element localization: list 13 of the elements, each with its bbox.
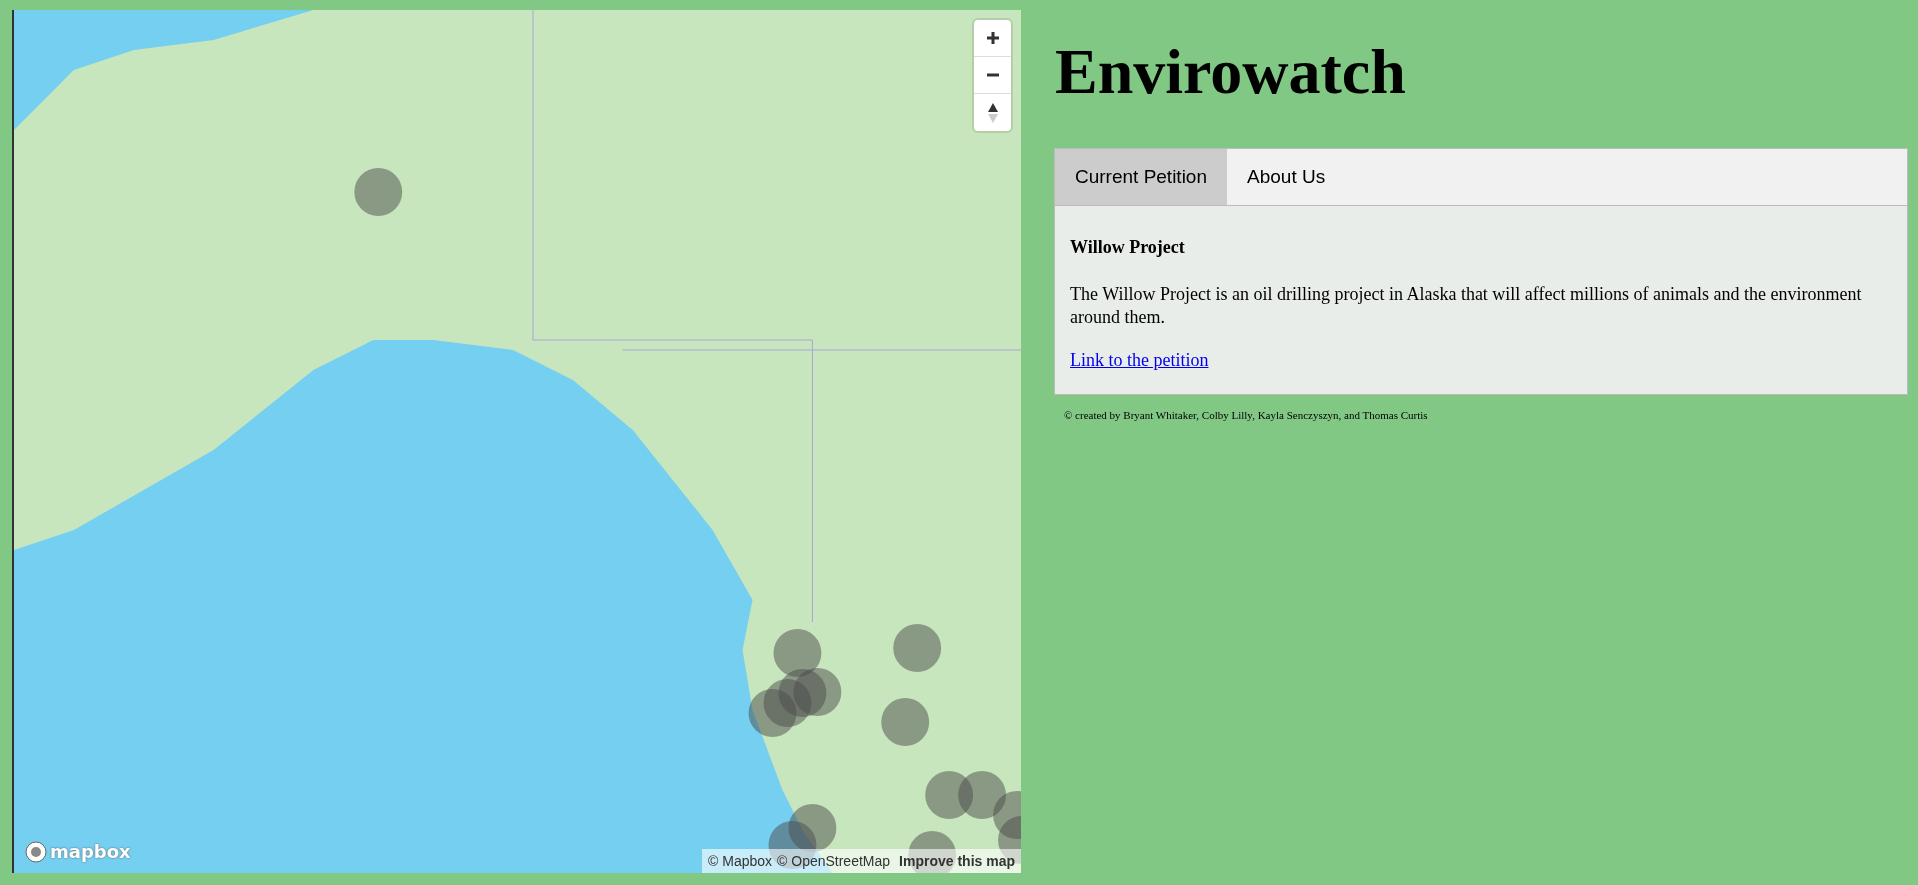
tab[interactable]: Current Petition	[1055, 149, 1227, 205]
petition-description: The Willow Project is an oil drilling project in Alaska that will affect millions of animals and the environment around them.	[1070, 283, 1863, 329]
page-title: Envirowatch	[1055, 40, 1407, 104]
attribution-link[interactable]: © Mapbox	[708, 850, 773, 872]
logo-icon	[24, 839, 48, 864]
logo-text: mapbox	[50, 840, 131, 864]
petition-link[interactable]: Link to the petition	[1070, 347, 1209, 374]
petition-heading: Willow Project	[1070, 236, 1186, 259]
plus-icon	[984, 30, 1001, 46]
improve-map-link[interactable]: Improve this map	[899, 850, 1015, 872]
compass-icon	[986, 101, 999, 124]
attribution-link[interactable]: © OpenStreetMap	[777, 850, 891, 872]
footer-credits: © created by Bryant Whitaker, Colby Lilly, Kayla Senczyszyn, and Thomas Curtis	[1064, 408, 1429, 423]
